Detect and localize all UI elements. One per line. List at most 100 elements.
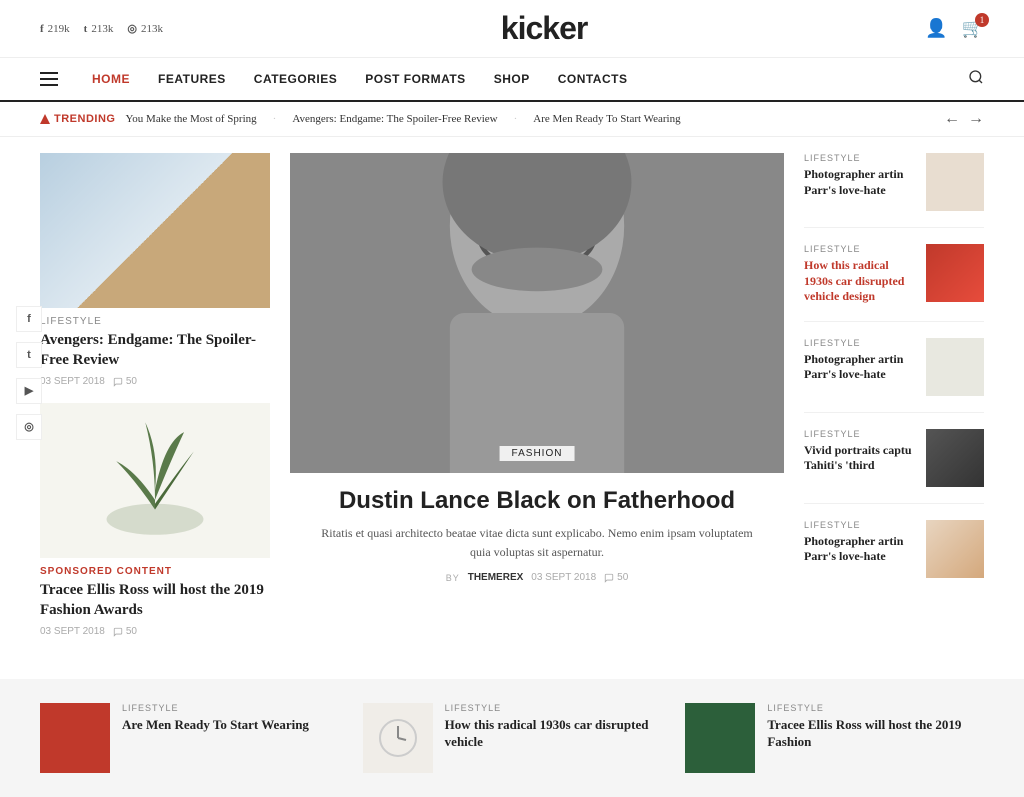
bottom-grid: LIFESTYLE Are Men Ready To Start Wearing…	[40, 703, 984, 773]
hero-category-badge: FASHION	[500, 446, 575, 461]
article-img-1	[40, 153, 270, 308]
hamburger-menu[interactable]	[40, 72, 58, 86]
twitter-count[interactable]: t 213k	[84, 23, 114, 35]
sidebar-title-4[interactable]: Vivid portraits captu Tahiti's 'third	[804, 443, 916, 474]
top-bar: f 219k t 213k ◎ 213k kicker 👤 🛒 1	[0, 0, 1024, 58]
nav-features[interactable]: FEATURES	[144, 57, 240, 101]
bottom-card-1: LIFESTYLE Are Men Ready To Start Wearing	[40, 703, 339, 773]
sidebar-cat-4: LIFESTYLE	[804, 429, 916, 439]
bottom-title-1[interactable]: Are Men Ready To Start Wearing	[122, 717, 339, 734]
sidebar-article-2: LIFESTYLE How this radical 1930s car dis…	[804, 244, 984, 322]
article-title-2[interactable]: Tracee Ellis Ross will host the 2019 Fas…	[40, 581, 270, 620]
sidebar-thumb-4	[926, 429, 984, 487]
bottom-text-2: LIFESTYLE How this radical 1930s car dis…	[445, 703, 662, 751]
sidebar-thumb-1	[926, 153, 984, 211]
social-counts: f 219k t 213k ◎ 213k	[40, 22, 163, 35]
right-column: LIFESTYLE Photographer artin Parr's love…	[804, 153, 984, 653]
article-category-2: SPONSORED CONTENT	[40, 566, 270, 577]
social-facebook-btn[interactable]: f	[16, 306, 42, 332]
sidebar-thumb-3	[926, 338, 984, 396]
bottom-text-1: LIFESTYLE Are Men Ready To Start Wearing	[122, 703, 339, 734]
search-button[interactable]	[968, 69, 984, 89]
bottom-cat-3: LIFESTYLE	[767, 703, 984, 713]
hero-image: FASHION	[290, 153, 784, 473]
article-meta-2: 03 SEPT 2018 50	[40, 626, 270, 637]
trending-items: You Make the Most of Spring Avengers: En…	[125, 113, 680, 125]
center-column: FASHION Dustin Lance Black on Fatherhood…	[290, 153, 784, 653]
article-date-1: 03 SEPT 2018	[40, 376, 105, 387]
nav-home[interactable]: HOME	[78, 57, 144, 101]
sidebar-thumb-5	[926, 520, 984, 578]
sidebar-text-2: LIFESTYLE How this radical 1930s car dis…	[804, 244, 916, 305]
sidebar-title-1[interactable]: Photographer artin Parr's love-hate	[804, 167, 916, 198]
hero-author[interactable]: THEMEREX	[468, 572, 524, 583]
trending-item-2[interactable]: Avengers: Endgame: The Spoiler-Free Revi…	[292, 113, 517, 125]
site-logo[interactable]: kicker	[501, 10, 588, 47]
hero-title[interactable]: Dustin Lance Black on Fatherhood	[290, 487, 784, 516]
instagram-count-value: 213k	[141, 23, 163, 35]
bottom-card-2: LIFESTYLE How this radical 1930s car dis…	[363, 703, 662, 773]
trending-arrows: ← →	[944, 110, 984, 128]
twitter-icon: t	[84, 23, 88, 35]
sidebar-article-5: LIFESTYLE Photographer artin Parr's love…	[804, 520, 984, 594]
hamburger-line-2	[40, 78, 58, 80]
cart-wrap: 🛒 1	[962, 18, 984, 39]
bottom-text-3: LIFESTYLE Tracee Ellis Ross will host th…	[767, 703, 984, 751]
article-comments-2: 50	[113, 626, 137, 637]
bottom-cat-2: LIFESTYLE	[445, 703, 662, 713]
sidebar-cat-1: LIFESTYLE	[804, 153, 916, 163]
hero-meta: BY THEMEREX 03 SEPT 2018 50	[290, 572, 784, 583]
bottom-title-2[interactable]: How this radical 1930s car disrupted veh…	[445, 717, 662, 751]
sidebar-title-5[interactable]: Photographer artin Parr's love-hate	[804, 534, 916, 565]
trending-text: TRENDING	[54, 113, 115, 125]
sidebar-title-3[interactable]: Photographer artin Parr's love-hate	[804, 352, 916, 383]
facebook-count-value: 219k	[48, 23, 70, 35]
social-youtube-btn[interactable]: ▶	[16, 378, 42, 404]
user-icon[interactable]: 👤	[925, 18, 947, 39]
nav-links: HOME FEATURES CATEGORIES POST FORMATS SH…	[78, 57, 968, 101]
social-sidebar: f t ▶ ◎	[16, 306, 42, 440]
header-icons: 👤 🛒 1	[925, 18, 984, 39]
article-category-1: LIFESTYLE	[40, 316, 270, 327]
facebook-count[interactable]: f 219k	[40, 23, 70, 35]
trending-prev[interactable]: ←	[944, 110, 960, 128]
sidebar-cat-2: LIFESTYLE	[804, 244, 916, 254]
nav-shop[interactable]: SHOP	[480, 57, 544, 101]
cart-badge: 1	[975, 13, 989, 27]
social-instagram-btn[interactable]: ◎	[16, 414, 42, 440]
nav-bar: HOME FEATURES CATEGORIES POST FORMATS SH…	[0, 58, 1024, 102]
trending-item-3[interactable]: Are Men Ready To Start Wearing	[533, 113, 680, 125]
nav-categories[interactable]: CATEGORIES	[240, 57, 351, 101]
bottom-thumb-1	[40, 703, 110, 773]
social-twitter-btn[interactable]: t	[16, 342, 42, 368]
article-card-1: LIFESTYLE Avengers: Endgame: The Spoiler…	[40, 153, 270, 387]
article-card-2: SPONSORED CONTENT Tracee Ellis Ross will…	[40, 403, 270, 637]
article-title-1[interactable]: Avengers: Endgame: The Spoiler-Free Revi…	[40, 331, 270, 370]
bottom-thumb-3	[685, 703, 755, 773]
sidebar-article-3: LIFESTYLE Photographer artin Parr's love…	[804, 338, 984, 413]
bottom-card-3: LIFESTYLE Tracee Ellis Ross will host th…	[685, 703, 984, 773]
trending-item-1[interactable]: You Make the Most of Spring	[125, 113, 276, 125]
article-date-2: 03 SEPT 2018	[40, 626, 105, 637]
sidebar-text-5: LIFESTYLE Photographer artin Parr's love…	[804, 520, 916, 565]
main-content: LIFESTYLE Avengers: Endgame: The Spoiler…	[0, 137, 1024, 669]
instagram-icon: ◎	[127, 22, 137, 35]
nav-contacts[interactable]: CONTACTS	[544, 57, 642, 101]
trending-label: TRENDING	[40, 113, 115, 125]
nav-post-formats[interactable]: POST FORMATS	[351, 57, 479, 101]
sidebar-cat-5: LIFESTYLE	[804, 520, 916, 530]
article-meta-1: 03 SEPT 2018 50	[40, 376, 270, 387]
hero-date: 03 SEPT 2018	[531, 572, 596, 583]
bottom-title-3[interactable]: Tracee Ellis Ross will host the 2019 Fas…	[767, 717, 984, 751]
sidebar-title-2[interactable]: How this radical 1930s car disrupted veh…	[804, 258, 916, 305]
hero-description: Ritatis et quasi architecto beatae vitae…	[290, 524, 784, 562]
by-label: BY	[446, 573, 460, 583]
sidebar-text-1: LIFESTYLE Photographer artin Parr's love…	[804, 153, 916, 198]
trending-bar: TRENDING You Make the Most of Spring Ave…	[0, 102, 1024, 137]
bottom-section: LIFESTYLE Are Men Ready To Start Wearing…	[0, 679, 1024, 797]
trending-next[interactable]: →	[968, 110, 984, 128]
facebook-icon: f	[40, 23, 44, 35]
sidebar-thumb-2	[926, 244, 984, 302]
instagram-count[interactable]: ◎ 213k	[127, 22, 163, 35]
sidebar-text-4: LIFESTYLE Vivid portraits captu Tahiti's…	[804, 429, 916, 474]
